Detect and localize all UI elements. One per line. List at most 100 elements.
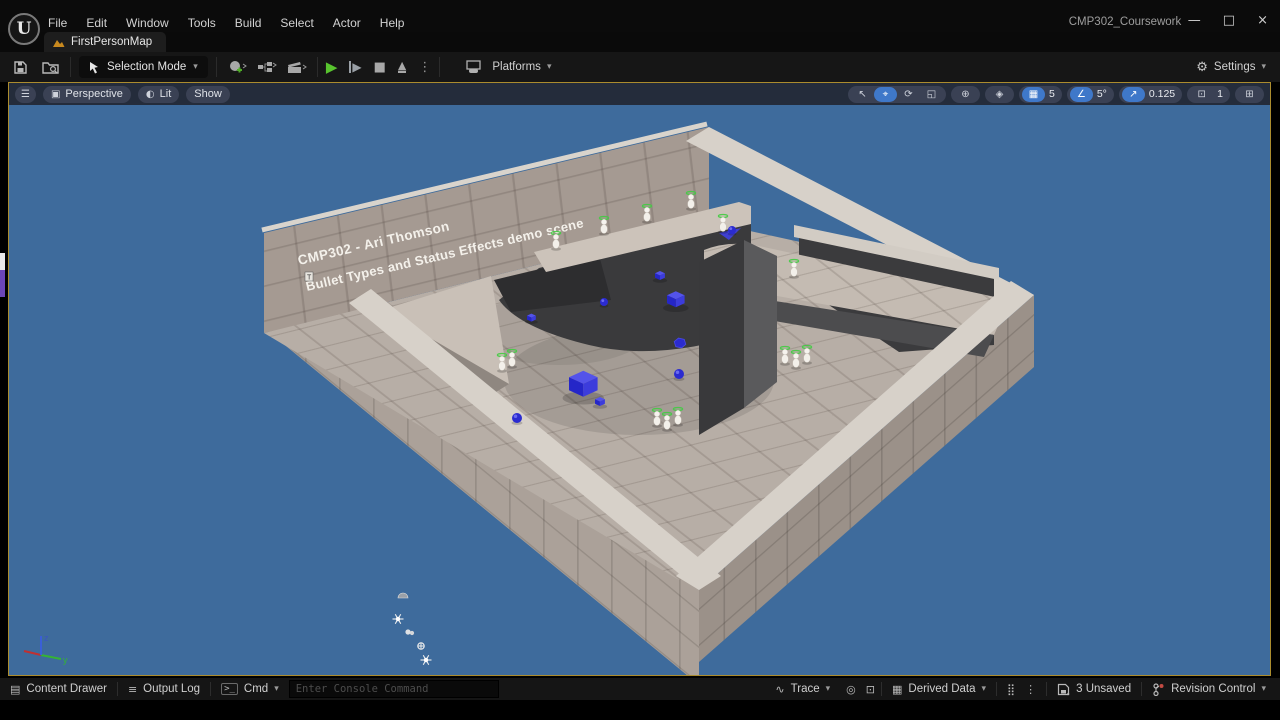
chevron-down-icon: ▾ bbox=[546, 62, 552, 72]
menu-actor[interactable]: Actor bbox=[333, 16, 361, 30]
level-unsaved-icon bbox=[53, 39, 65, 47]
save-icon[interactable] bbox=[8, 56, 32, 78]
main-toolbar: Selection Mode ▾ ▶ ▶ ■ ▲ ⋮ Platforms ▾ ⚙… bbox=[0, 52, 1280, 83]
settings-dropdown[interactable]: ⚙ Settings ▾ bbox=[1196, 60, 1280, 75]
eject-icon[interactable]: ▲ bbox=[397, 60, 407, 73]
branch-icon bbox=[1153, 682, 1164, 696]
play-icon[interactable]: ▶ bbox=[326, 58, 338, 76]
viewport-tools: ↖ ⌖ ⟳ ◱ ⊕ ◈ ▦ 5 ∠ 5° ↗ 0.125 ⊡ 1 ⊞ bbox=[847, 85, 1264, 103]
background-app-sliver bbox=[0, 253, 5, 270]
cmd-dropdown[interactable]: >_ Cmd ▾ bbox=[211, 678, 289, 700]
menu-select[interactable]: Select bbox=[280, 16, 313, 30]
platforms-icon bbox=[462, 56, 486, 78]
chevron-down-icon: ▾ bbox=[981, 684, 987, 694]
save-small-icon bbox=[1058, 683, 1070, 695]
cursor-icon bbox=[90, 61, 98, 73]
rotate-tool-icon[interactable]: ⟳ bbox=[897, 87, 920, 102]
close-icon[interactable]: × bbox=[1257, 13, 1268, 28]
lit-dropdown[interactable]: ◐ Lit bbox=[137, 85, 180, 103]
menu-edit[interactable]: Edit bbox=[86, 16, 107, 30]
layout-grid-icon: ⊞ bbox=[1245, 88, 1254, 100]
record-icon[interactable]: ◎ bbox=[846, 683, 856, 696]
background-app-sliver bbox=[0, 270, 5, 297]
rotation-snap-control: ∠ 5° bbox=[1066, 85, 1114, 103]
platforms-dropdown[interactable]: Platforms bbox=[492, 61, 541, 73]
chevron-down-icon: ▾ bbox=[193, 62, 198, 72]
stop-icon[interactable]: ■ bbox=[374, 60, 386, 75]
select-tool-icon[interactable]: ↖ bbox=[851, 87, 874, 102]
revision-control-dropdown[interactable]: Revision Control ▾ bbox=[1142, 678, 1280, 700]
transform-tools: ↖ ⌖ ⟳ ◱ bbox=[847, 85, 946, 103]
gear-icon: ⚙ bbox=[1196, 59, 1208, 75]
axis-y-label: y bbox=[63, 655, 68, 665]
terminal-icon: >_ bbox=[221, 683, 238, 695]
viewport-toolbar: ☰ ▣ Perspective ◐ Lit Show ↖ ⌖ ⟳ ◱ ⊕ ◈ ▦… bbox=[9, 83, 1270, 105]
console-command-input[interactable] bbox=[288, 680, 499, 698]
kebab-icon[interactable]: ⋮ bbox=[1025, 683, 1036, 696]
menu-bar: File Edit Window Tools Build Select Acto… bbox=[48, 14, 404, 32]
camera-icon: ⊡ bbox=[1197, 88, 1206, 100]
tab-firstpersonmap[interactable]: FirstPersonMap bbox=[44, 32, 167, 52]
grid-snap-control: ▦ 5 bbox=[1018, 85, 1062, 103]
menu-help[interactable]: Help bbox=[380, 16, 405, 30]
blueprints-icon[interactable] bbox=[255, 56, 279, 78]
svg-text:T: T bbox=[307, 275, 312, 282]
surface-snapping-toggle[interactable]: ◈ bbox=[984, 85, 1014, 103]
maximize-icon[interactable]: □ bbox=[1223, 13, 1235, 28]
chevron-down-icon: ▾ bbox=[274, 684, 279, 694]
derived-data-dropdown[interactable]: ▦ Derived Data ▾ bbox=[882, 678, 996, 700]
browse-content-icon[interactable] bbox=[38, 56, 62, 78]
menu-build[interactable]: Build bbox=[235, 16, 262, 30]
scale-snap-icon[interactable]: ↗ bbox=[1121, 86, 1145, 102]
camera-speed-value: 1 bbox=[1217, 88, 1223, 100]
globe-icon: ⊕ bbox=[961, 88, 970, 100]
toolbar-separator bbox=[439, 57, 441, 77]
scene-canvas[interactable]: CMP302 - Ari Thomson Bullet Types and St… bbox=[9, 105, 1270, 675]
derived-data-icon: ▦ bbox=[891, 682, 903, 696]
scale-tool-icon[interactable]: ◱ bbox=[920, 87, 943, 102]
tab-label: FirstPersonMap bbox=[71, 36, 153, 48]
play-options-kebab-icon[interactable]: ⋮ bbox=[418, 60, 431, 75]
camera-speed-control[interactable]: ⊡ 1 bbox=[1187, 85, 1230, 103]
add-actor-icon[interactable] bbox=[225, 56, 249, 78]
menu-tools[interactable]: Tools bbox=[188, 16, 216, 30]
coordinate-system-toggle[interactable]: ⊕ bbox=[950, 85, 980, 103]
viewport[interactable]: ☰ ▣ Perspective ◐ Lit Show ↖ ⌖ ⟳ ◱ ⊕ ◈ ▦… bbox=[8, 82, 1271, 676]
cinematics-icon[interactable] bbox=[285, 56, 309, 78]
bottom-strip bbox=[0, 700, 1280, 720]
output-log-button[interactable]: ≡ Output Log bbox=[118, 678, 210, 700]
chevron-down-icon: ▾ bbox=[825, 684, 831, 694]
selection-mode-dropdown[interactable]: Selection Mode ▾ bbox=[79, 56, 208, 78]
angle-snap-icon[interactable]: ∠ bbox=[1069, 86, 1093, 102]
minimize-icon[interactable]: — bbox=[1188, 13, 1201, 28]
move-tool-icon[interactable]: ⌖ bbox=[873, 86, 897, 102]
show-dropdown[interactable]: Show bbox=[186, 85, 230, 103]
window-title: CMP302_Coursework bbox=[1068, 16, 1182, 28]
lit-sphere-icon: ◐ bbox=[145, 88, 155, 100]
trace-icon: ∿ bbox=[775, 682, 785, 696]
hamburger-icon: ☰ bbox=[21, 88, 30, 100]
rotation-snap-value[interactable]: 5° bbox=[1093, 88, 1111, 100]
menu-window[interactable]: Window bbox=[126, 16, 169, 30]
viewport-options-menu[interactable]: ☰ bbox=[15, 85, 36, 103]
trace-dropdown[interactable]: ∿ Trace ▾ bbox=[765, 678, 840, 700]
unsaved-button[interactable]: 3 Unsaved bbox=[1047, 678, 1141, 700]
frame-skip-icon[interactable]: ▶ bbox=[349, 61, 362, 73]
app-window: U File Edit Window Tools Build Select Ac… bbox=[0, 0, 1280, 720]
stats-icon[interactable]: ⣿ bbox=[1007, 683, 1015, 696]
chevron-down-icon: ▾ bbox=[1261, 62, 1266, 72]
unreal-logo-icon: U bbox=[8, 13, 40, 45]
snapshot-icon[interactable]: ⊡ bbox=[866, 683, 875, 696]
perspective-dropdown[interactable]: ▣ Perspective bbox=[42, 85, 131, 103]
content-drawer-button[interactable]: ▤ Content Drawer bbox=[0, 678, 117, 700]
perspective-cube-icon: ▣ bbox=[50, 88, 61, 100]
window-controls: — □ × bbox=[1188, 13, 1268, 28]
grid-snap-icon[interactable]: ▦ bbox=[1021, 86, 1045, 102]
statusbar-right: ∿ Trace ▾ ◎ ⊡ ▦ Derived Data ▾ ⣿ ⋮ 3 Uns… bbox=[765, 678, 1280, 700]
menu-file[interactable]: File bbox=[48, 16, 67, 30]
chevron-down-icon: ▾ bbox=[1261, 684, 1266, 694]
scale-snap-value[interactable]: 0.125 bbox=[1145, 88, 1179, 100]
grid-snap-value[interactable]: 5 bbox=[1045, 88, 1059, 100]
viewport-layout-toggle[interactable]: ⊞ bbox=[1235, 85, 1264, 103]
status-bar: ▤ Content Drawer ≡ Output Log >_ Cmd ▾ ∿… bbox=[0, 678, 1280, 700]
